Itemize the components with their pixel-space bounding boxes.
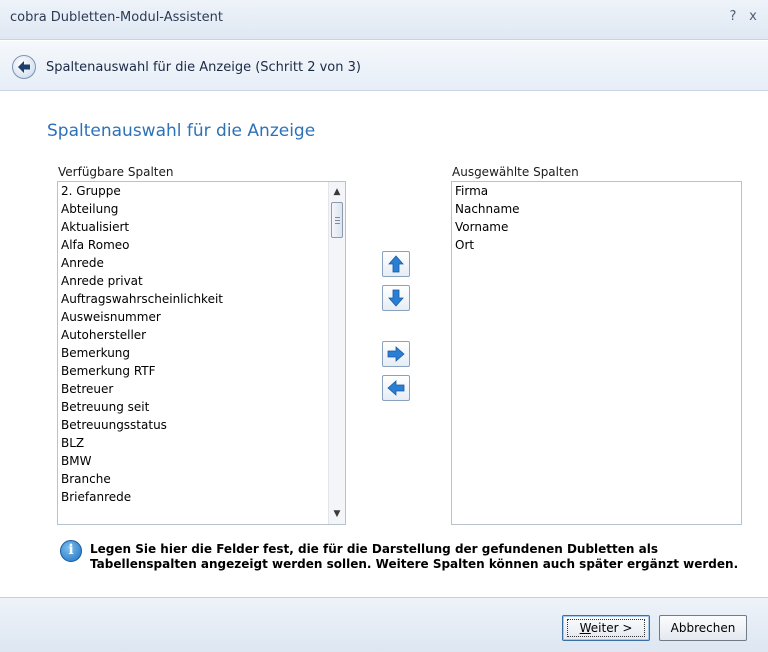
arrow-left-icon [387,380,405,396]
list-item[interactable]: Ausweisnummer [58,308,345,326]
title-bar: cobra Dubletten-Modul-Assistent ? x [0,0,768,40]
info-text: Legen Sie hier die Felder fest, die für … [90,542,740,572]
move-up-button[interactable] [382,251,410,277]
add-column-button[interactable] [382,341,410,367]
cancel-button-label: Abbrechen [670,621,736,635]
info-icon: i [60,540,82,562]
page-title: Spaltenauswahl für die Anzeige [47,121,316,141]
wizard-footer: Weiter > Abbrechen [0,597,768,652]
available-columns-label: Verfügbare Spalten [58,165,174,179]
available-scrollbar[interactable]: ▲ ▼ [328,182,345,524]
available-columns-list[interactable]: 2. Gruppe Abteilung Aktualisiert Alfa Romeo… [57,181,346,525]
arrow-right-icon [387,346,405,362]
info-line-1: Legen Sie hier die Felder fest, die für … [90,542,658,556]
list-item[interactable]: 2. Gruppe [58,182,345,200]
list-item[interactable]: Branche [58,470,345,488]
list-item[interactable]: Briefanrede [58,488,345,506]
step-title: Spaltenauswahl für die Anzeige (Schritt … [46,60,361,75]
wizard-header: Spaltenauswahl für die Anzeige (Schritt … [0,41,768,91]
next-button[interactable]: Weiter > [562,615,650,641]
selected-columns-label: Ausgewählte Spalten [452,165,579,179]
list-item[interactable]: Anrede [58,254,345,272]
list-item[interactable]: Betreuer [58,380,345,398]
remove-column-button[interactable] [382,375,410,401]
list-item[interactable]: Nachname [452,200,741,218]
arrow-down-icon [388,289,404,307]
cancel-button[interactable]: Abbrechen [659,615,747,641]
list-item[interactable]: BLZ [58,434,345,452]
wizard-content: Spaltenauswahl für die Anzeige Verfügbar… [0,92,768,597]
move-down-button[interactable] [382,285,410,311]
scroll-up-icon[interactable]: ▲ [329,184,345,200]
arrow-up-icon [388,255,404,273]
back-button[interactable] [12,55,36,79]
selected-columns-list[interactable]: Firma Nachname Vorname Ort [451,181,742,525]
available-columns-items: 2. Gruppe Abteilung Aktualisiert Alfa Romeo… [58,182,345,506]
list-item[interactable]: Alfa Romeo [58,236,345,254]
scroll-down-icon[interactable]: ▼ [329,506,345,522]
list-item[interactable]: Anrede privat [58,272,345,290]
list-item[interactable]: Betreuung seit [58,398,345,416]
scroll-thumb[interactable] [331,202,343,238]
list-item[interactable]: Vorname [452,218,741,236]
list-item[interactable]: Auftragswahrscheinlichkeit [58,290,345,308]
arrow-left-icon [18,61,30,73]
list-item[interactable]: Firma [452,182,741,200]
selected-columns-items: Firma Nachname Vorname Ort [452,182,741,254]
help-button[interactable]: ? [725,9,741,24]
list-item[interactable]: BMW [58,452,345,470]
list-item[interactable]: Ort [452,236,741,254]
list-item[interactable]: Autohersteller [58,326,345,344]
list-item[interactable]: Bemerkung [58,344,345,362]
list-item[interactable]: Aktualisiert [58,218,345,236]
list-item[interactable]: Bemerkung RTF [58,362,345,380]
window-title: cobra Dubletten-Modul-Assistent [10,10,223,25]
list-item[interactable]: Abteilung [58,200,345,218]
info-line-2: Tabellenspalten angezeigt werden sollen.… [90,557,739,571]
close-button[interactable]: x [745,9,761,24]
list-item[interactable]: Betreuungsstatus [58,416,345,434]
